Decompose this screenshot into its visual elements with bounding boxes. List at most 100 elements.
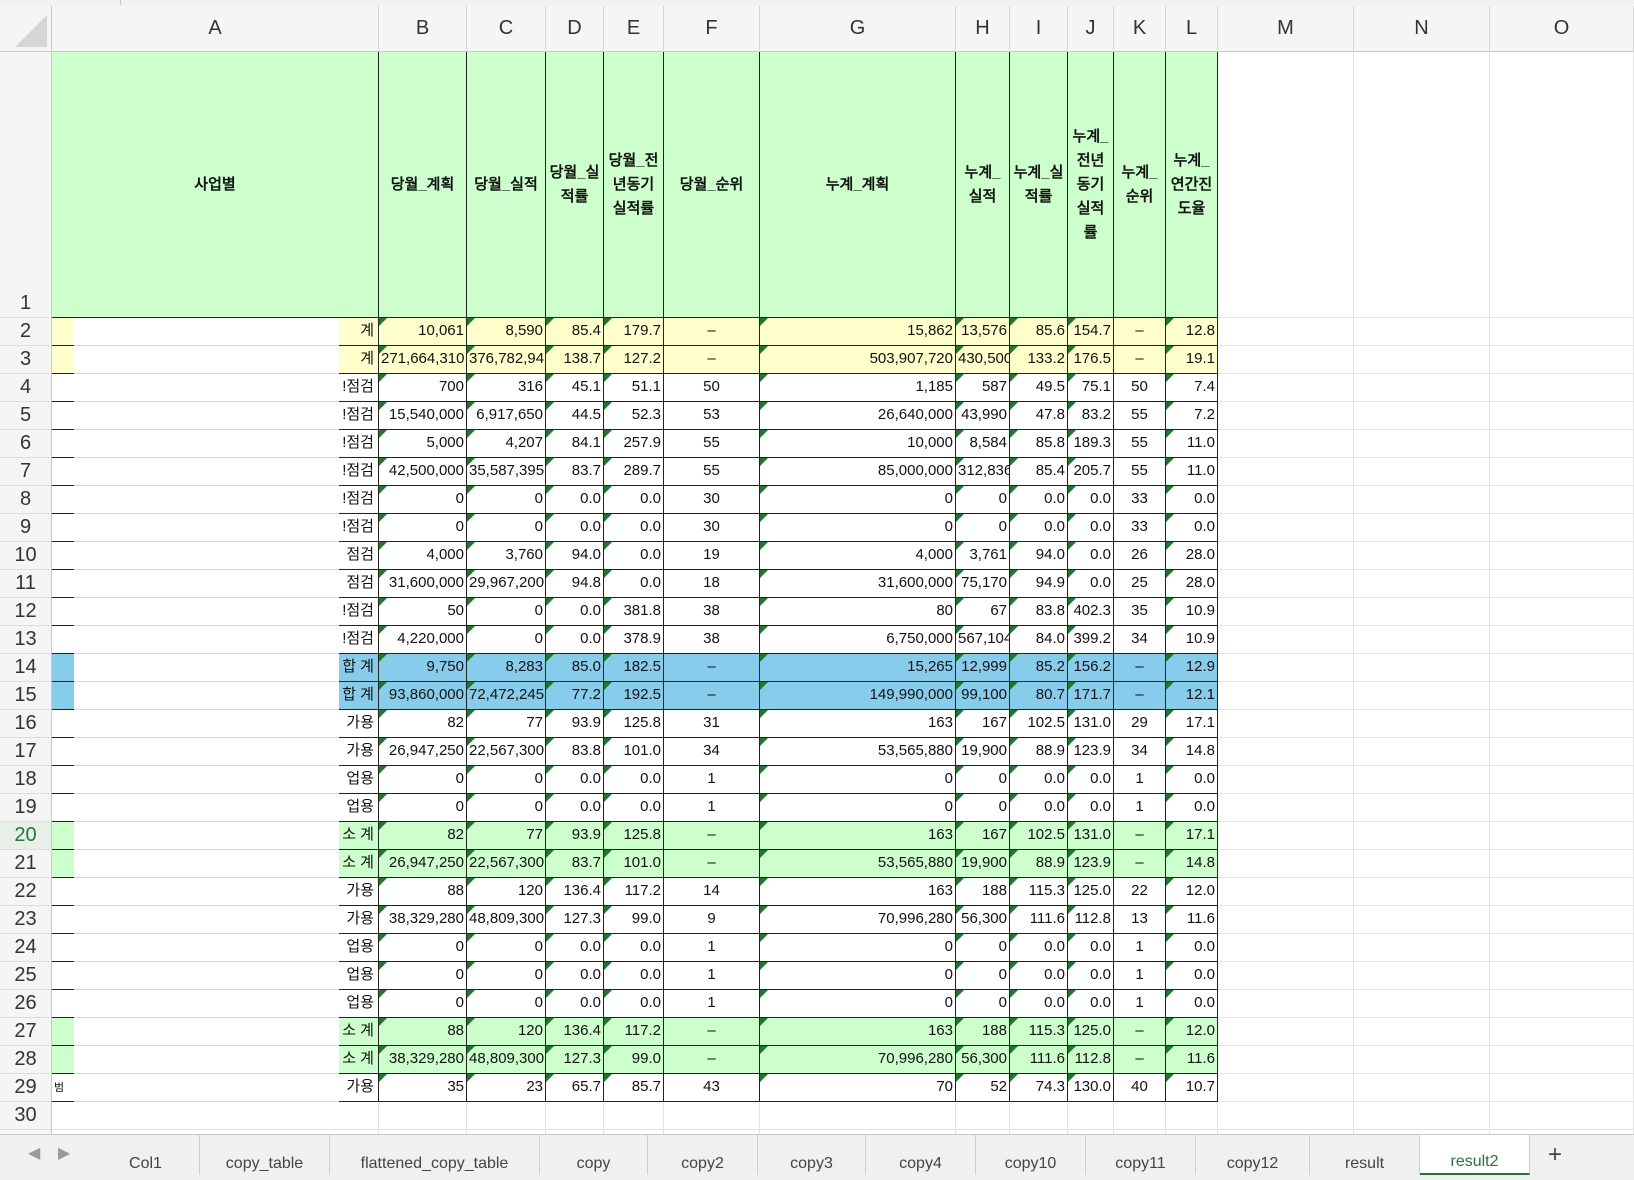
business-name-cell[interactable] bbox=[74, 794, 339, 822]
cell-h[interactable]: 3,761 bbox=[956, 542, 1010, 570]
cell-i[interactable]: 49.5 bbox=[1010, 374, 1068, 402]
cell-g[interactable]: 0 bbox=[760, 514, 956, 542]
cell-h[interactable]: 52 bbox=[956, 1074, 1010, 1102]
cell-b[interactable]: 700 bbox=[379, 374, 467, 402]
cell-l[interactable]: 12.1 bbox=[1166, 682, 1218, 710]
cell-j[interactable]: 399.2 bbox=[1068, 626, 1114, 654]
cell-h[interactable]: 19,900 bbox=[956, 738, 1010, 766]
cell-j[interactable]: 0.0 bbox=[1068, 514, 1114, 542]
row-header-19[interactable]: 19 bbox=[0, 794, 52, 822]
cell-f[interactable]: 34 bbox=[664, 738, 760, 766]
empty-cell[interactable] bbox=[1218, 710, 1354, 738]
cell-f[interactable]: 38 bbox=[664, 598, 760, 626]
cell-d[interactable]: 94.8 bbox=[546, 570, 604, 598]
empty-cell[interactable] bbox=[1354, 486, 1490, 514]
cell-h[interactable]: 430,500 bbox=[956, 346, 1010, 374]
cell-b[interactable]: 0 bbox=[379, 514, 467, 542]
cell-e[interactable]: 117.2 bbox=[604, 1018, 664, 1046]
cell-f[interactable]: 30 bbox=[664, 514, 760, 542]
cell-f[interactable]: 38 bbox=[664, 626, 760, 654]
business-name-cell[interactable] bbox=[74, 318, 339, 346]
empty-cell[interactable] bbox=[379, 1102, 467, 1130]
cell-d[interactable]: 0.0 bbox=[546, 962, 604, 990]
cell-l[interactable]: 12.8 bbox=[1166, 318, 1218, 346]
cell-c[interactable]: 0 bbox=[467, 990, 546, 1018]
cell-i[interactable]: 0.0 bbox=[1010, 486, 1068, 514]
cell-f[interactable]: 50 bbox=[664, 374, 760, 402]
cell-j[interactable]: 130.0 bbox=[1068, 1074, 1114, 1102]
cell-h[interactable]: 0 bbox=[956, 486, 1010, 514]
empty-cell[interactable] bbox=[1354, 934, 1490, 962]
cell-b[interactable]: 50 bbox=[379, 598, 467, 626]
cell-g[interactable]: 70,996,280 bbox=[760, 1046, 956, 1074]
cell-k[interactable]: 1 bbox=[1114, 934, 1166, 962]
cell-k[interactable]: – bbox=[1114, 1018, 1166, 1046]
cell-j[interactable]: 123.9 bbox=[1068, 738, 1114, 766]
cell-e[interactable]: 0.0 bbox=[604, 962, 664, 990]
empty-cell[interactable] bbox=[1490, 654, 1634, 682]
empty-cell[interactable] bbox=[1490, 710, 1634, 738]
cell-f[interactable]: – bbox=[664, 1046, 760, 1074]
cell-d[interactable]: 0.0 bbox=[546, 626, 604, 654]
cell-l[interactable]: 14.8 bbox=[1166, 850, 1218, 878]
cell-l[interactable]: 12.9 bbox=[1166, 654, 1218, 682]
business-name-cell[interactable] bbox=[74, 962, 339, 990]
cell-b[interactable]: 88 bbox=[379, 878, 467, 906]
cell-b[interactable]: 26,947,250 bbox=[379, 738, 467, 766]
cell-e[interactable]: 101.0 bbox=[604, 850, 664, 878]
header-cell-e[interactable]: 당월_전년동기실적률 bbox=[604, 52, 664, 318]
cell-l[interactable]: 0.0 bbox=[1166, 962, 1218, 990]
cell-f[interactable]: 1 bbox=[664, 766, 760, 794]
cell-e[interactable]: 85.7 bbox=[604, 1074, 664, 1102]
cell-f[interactable]: – bbox=[664, 822, 760, 850]
cell-k[interactable]: 50 bbox=[1114, 374, 1166, 402]
cell-f[interactable]: – bbox=[664, 654, 760, 682]
empty-cell[interactable] bbox=[1218, 1018, 1354, 1046]
cell-i[interactable]: 94.0 bbox=[1010, 542, 1068, 570]
business-name-cell[interactable] bbox=[74, 710, 339, 738]
row-header-10[interactable]: 10 bbox=[0, 542, 52, 570]
empty-cell[interactable] bbox=[1354, 1102, 1490, 1130]
sheet-tab-result[interactable]: result bbox=[1310, 1135, 1420, 1175]
cell-i[interactable]: 85.4 bbox=[1010, 458, 1068, 486]
empty-cell[interactable] bbox=[1218, 850, 1354, 878]
cell-l[interactable]: 11.0 bbox=[1166, 458, 1218, 486]
empty-cell[interactable] bbox=[1490, 598, 1634, 626]
cell-i[interactable]: 0.0 bbox=[1010, 990, 1068, 1018]
cell-f[interactable]: 31 bbox=[664, 710, 760, 738]
cell-k[interactable]: 34 bbox=[1114, 738, 1166, 766]
empty-cell[interactable] bbox=[664, 1102, 760, 1130]
cell-e[interactable]: 125.8 bbox=[604, 822, 664, 850]
cell-i[interactable]: 80.7 bbox=[1010, 682, 1068, 710]
cell-l[interactable]: 14.8 bbox=[1166, 738, 1218, 766]
cell-i[interactable]: 0.0 bbox=[1010, 934, 1068, 962]
empty-cell[interactable] bbox=[604, 1102, 664, 1130]
row-header-16[interactable]: 16 bbox=[0, 710, 52, 738]
business-name-cell[interactable] bbox=[74, 654, 339, 682]
cell-d[interactable]: 84.1 bbox=[546, 430, 604, 458]
cell-d[interactable]: 93.9 bbox=[546, 822, 604, 850]
cell-i[interactable]: 115.3 bbox=[1010, 1018, 1068, 1046]
cell-c[interactable]: 48,809,300 bbox=[467, 906, 546, 934]
cell-h[interactable]: 75,170 bbox=[956, 570, 1010, 598]
cell-g[interactable]: 10,000 bbox=[760, 430, 956, 458]
cell-c[interactable]: 8,590 bbox=[467, 318, 546, 346]
row-header-1[interactable]: 1 bbox=[0, 52, 52, 318]
business-name-cell[interactable] bbox=[74, 542, 339, 570]
sheet-tab-copy[interactable]: copy bbox=[540, 1135, 648, 1175]
row-header-25[interactable]: 25 bbox=[0, 962, 52, 990]
empty-cell[interactable] bbox=[1354, 458, 1490, 486]
cell-i[interactable]: 47.8 bbox=[1010, 402, 1068, 430]
cell-e[interactable]: 192.5 bbox=[604, 682, 664, 710]
cell-f[interactable]: 19 bbox=[664, 542, 760, 570]
cell-i[interactable]: 0.0 bbox=[1010, 766, 1068, 794]
row-header-5[interactable]: 5 bbox=[0, 402, 52, 430]
cell-h[interactable]: 567,104 bbox=[956, 626, 1010, 654]
cell-k[interactable]: – bbox=[1114, 318, 1166, 346]
cell-j[interactable]: 131.0 bbox=[1068, 822, 1114, 850]
cell-j[interactable]: 75.1 bbox=[1068, 374, 1114, 402]
row-header-18[interactable]: 18 bbox=[0, 766, 52, 794]
empty-cell[interactable] bbox=[1166, 1102, 1218, 1130]
cell-c[interactable]: 120 bbox=[467, 1018, 546, 1046]
cell-i[interactable]: 102.5 bbox=[1010, 710, 1068, 738]
